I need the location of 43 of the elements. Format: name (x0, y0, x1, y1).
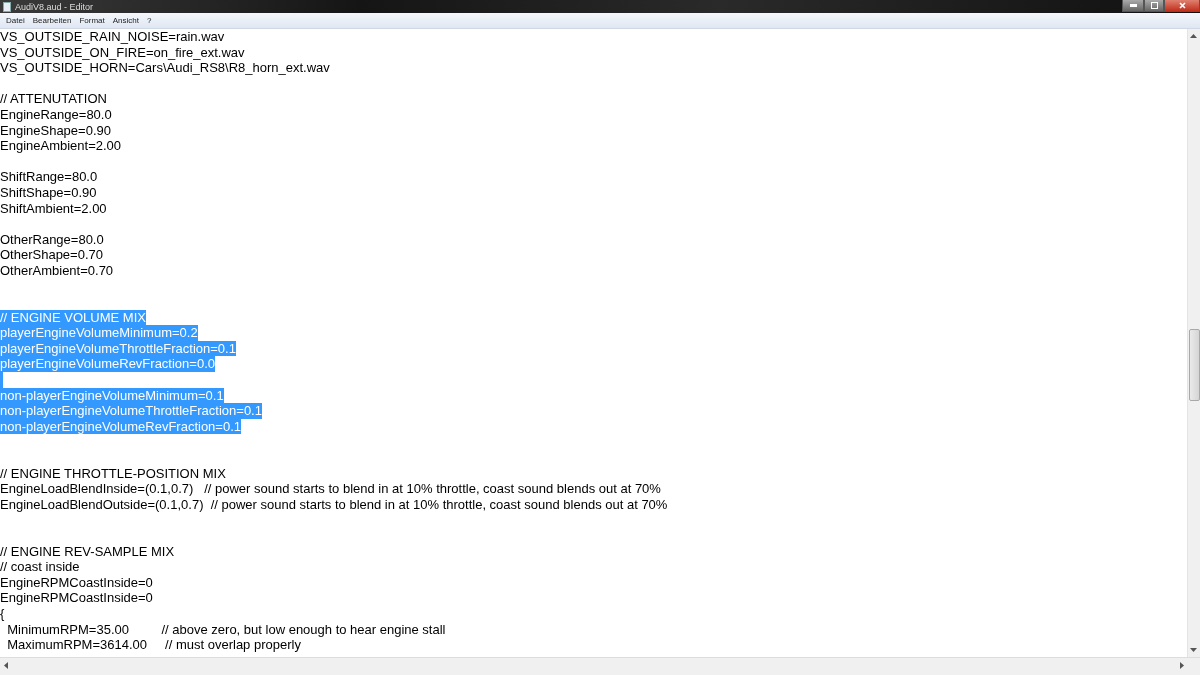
code-line: EngineLoadBlendOutside=(0.1,0.7) // power sound starts to blend in at 10% throttle, coast sound blends out at 70% (0, 496, 668, 513)
minimize-icon (1129, 4, 1137, 7)
maximize-button[interactable] (1144, 0, 1164, 12)
code-line: VS_OUTSIDE_ON_FIRE=on_fire_ext.wav (0, 44, 245, 61)
scroll-down-icon (1190, 648, 1197, 652)
scrollbar-thumb[interactable] (1189, 329, 1200, 401)
code-line: { (0, 605, 5, 622)
code-line: // ENGINE THROTTLE-POSITION MIX (0, 465, 226, 482)
code-line: // coast inside (0, 559, 80, 575)
scroll-right-icon (1180, 662, 1184, 669)
window-title: AudiV8.aud - Editor (15, 0, 94, 13)
code-line: EngineRange=80.0 (0, 106, 112, 123)
code-line: MaximumRPM=3614.00 // must overlap properly (6, 637, 301, 653)
document-icon (3, 1, 11, 12)
code-line: EngineRPMCoastInside=0 (0, 590, 153, 606)
code-line: EngineAmbient=2.00 (0, 138, 122, 154)
code-line: EngineRPMCoastInside=0 (0, 574, 153, 591)
minimize-button[interactable] (1122, 0, 1144, 12)
menu-item[interactable]: Bearbeiten (28, 13, 76, 28)
code-line: VS_OUTSIDE_RAIN_NOISE=rain.wav (0, 29, 225, 45)
code-line: OtherAmbient=0.70 (0, 262, 114, 279)
code-line: // ATTENUTATION (0, 91, 107, 107)
maximize-icon (1150, 2, 1158, 9)
code-line: ShiftShape=0.90 (0, 184, 97, 201)
code-line: // ENGINE REV-SAMPLE MIX (0, 543, 175, 560)
menu-item[interactable]: Format (75, 13, 109, 28)
code-line: MinimumRPM=35.00 // above zero, but low enough to hear engine stall (6, 621, 446, 638)
code-line: OtherShape=0.70 (0, 247, 103, 263)
code-line: EngineShape=0.90 (0, 122, 111, 139)
code-line: ShiftRange=80.0 (0, 169, 98, 185)
vertical-scrollbar[interactable] (1187, 29, 1200, 657)
menu-item[interactable]: ? (142, 13, 156, 28)
code-line: OtherRange=80.0 (0, 231, 104, 248)
scroll-left-icon (4, 662, 8, 669)
close-icon (1178, 2, 1186, 9)
scroll-up-icon (1190, 34, 1197, 38)
menu-item[interactable]: Ansicht (108, 13, 143, 28)
code-line: VS_OUTSIDE_HORN=Cars\Audi_RS8\R8_horn_ext.wav (0, 60, 330, 76)
code-line: EngineLoadBlendInside=(0.1,0.7) // power sound starts to blend in at 10% throttle, coast sound blends out at 70% (0, 481, 661, 497)
close-button[interactable] (1164, 0, 1200, 12)
menu-item[interactable]: Datei (2, 13, 29, 28)
code-line: ShiftAmbient=2.00 (0, 200, 107, 217)
horizontal-scrollbar[interactable] (0, 657, 1200, 675)
